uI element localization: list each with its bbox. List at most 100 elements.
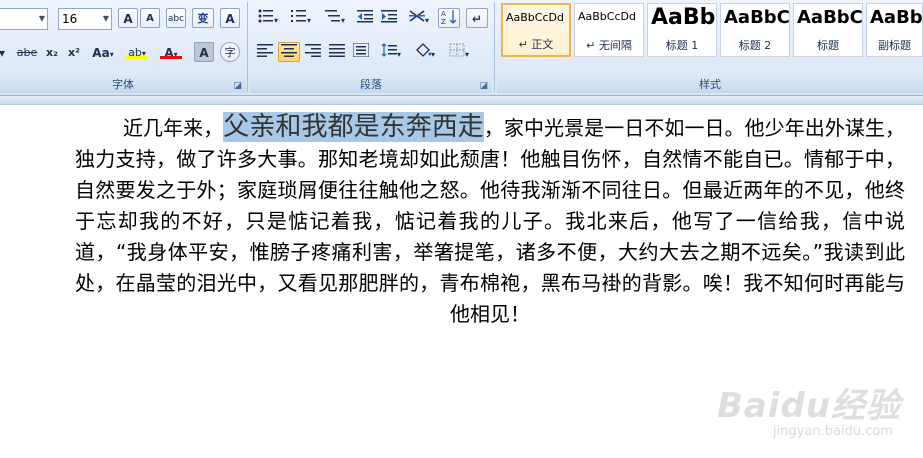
distributed-icon	[352, 42, 370, 58]
style-sample: AaBbC	[797, 7, 863, 28]
strikethrough-icon: abe	[16, 46, 38, 59]
align-center-icon	[281, 44, 297, 57]
style-heading-2[interactable]: AaBbC 标题 2	[720, 3, 790, 57]
borders-button[interactable]: ▾	[444, 42, 474, 62]
chinese-layout-button[interactable]: ▾	[404, 8, 434, 28]
paragraph-group-label: 段落	[250, 77, 492, 93]
character-border-button[interactable]: A	[220, 8, 240, 28]
subscript-button[interactable]: x₂	[42, 42, 62, 62]
chevron-down-icon: ▼	[38, 14, 45, 23]
font-name-combo[interactable]: ▼	[0, 8, 48, 30]
text-highlight-button[interactable]: ab▾	[122, 42, 152, 62]
paint-bucket-icon	[416, 43, 432, 57]
shading-button[interactable]: ▾	[410, 42, 440, 62]
distributed-button[interactable]	[350, 42, 372, 62]
align-center-button[interactable]	[278, 42, 300, 62]
decrease-indent-icon	[357, 10, 373, 23]
font-size-value: 16	[62, 12, 78, 26]
style-sample: AaBbC	[724, 7, 790, 28]
line-spacing-icon	[381, 43, 397, 57]
svg-text:A: A	[441, 10, 446, 18]
baidu-logo: Baidu经验	[716, 386, 901, 426]
borders-icon	[449, 43, 465, 57]
subscript-icon: x₂	[46, 46, 58, 59]
change-case-icon: 变	[197, 12, 209, 25]
style-name: ↵ 正文	[518, 38, 554, 51]
character-border-icon: A	[225, 12, 235, 26]
styles-group-label: 样式	[497, 77, 923, 93]
bullets-icon	[258, 9, 273, 23]
change-case-menu-icon: Aa	[92, 46, 110, 60]
selected-text[interactable]: 父亲和我都是东奔西走	[223, 112, 484, 142]
group-divider	[247, 2, 248, 92]
align-left-button[interactable]	[254, 42, 276, 62]
paragraph-dialog-launcher-icon[interactable]: ◪	[479, 81, 488, 91]
decrease-indent-button[interactable]	[354, 8, 376, 28]
align-right-button[interactable]	[302, 42, 324, 62]
style-heading-1[interactable]: AaBb 标题 1	[647, 3, 717, 57]
style-sample: AaBbC	[870, 7, 923, 28]
svg-text:Z: Z	[441, 18, 446, 25]
font-group: ▼ 16 ▼ A A abc 变 A ▾ abe x₂ x² Aa▾ ab▾ A▾…	[0, 0, 246, 95]
paragraph-group: ▾ ▾ ▾ ▾ AZ ↵ ▾ ▾ ▾ 段落 ◪	[250, 0, 492, 95]
style-no-spacing[interactable]: AaBbCcDd ↵ 无间隔	[574, 3, 644, 57]
style-normal[interactable]: AaBbCcDd ↵ 正文	[501, 3, 571, 57]
styles-group: AaBbCcDd ↵ 正文 AaBbCcDd ↵ 无间隔 AaBb 标题 1 A…	[497, 0, 923, 95]
increase-indent-button[interactable]	[378, 8, 400, 28]
justify-button[interactable]	[326, 42, 348, 62]
strikethrough-button[interactable]: abe	[14, 42, 40, 62]
character-shading-button[interactable]: A	[194, 42, 214, 62]
change-case-button[interactable]: 变	[192, 8, 214, 28]
shrink-font-button[interactable]: A	[140, 8, 160, 28]
watermark: Baidu经验 jingyan.baidu.com	[701, 378, 901, 448]
font-dialog-launcher-icon[interactable]: ◪	[233, 81, 242, 91]
style-name: 标题 2	[738, 39, 772, 52]
document-paragraph[interactable]: 近几年来，父亲和我都是东奔西走，家中光景是一日不如一日。他少年出外谋生，独力支持…	[75, 112, 905, 330]
group-divider	[494, 2, 495, 92]
dropdown-arrow-icon[interactable]: ▾	[0, 42, 8, 62]
chinese-layout-icon	[408, 10, 425, 22]
style-title[interactable]: AaBbC 标题	[793, 3, 863, 57]
grow-font-icon: A	[123, 12, 133, 26]
superscript-icon: x²	[68, 46, 80, 59]
numbering-button[interactable]: ▾	[286, 8, 316, 28]
sort-icon: AZ	[441, 10, 457, 26]
multilevel-list-icon	[324, 10, 340, 22]
text-lead: 近几年来，	[123, 116, 224, 140]
bullets-button[interactable]: ▾	[254, 8, 282, 28]
enclose-characters-button[interactable]: 字	[220, 42, 240, 62]
text-rest: ，家中光景是一日不如一日。他少年出外谋生，独力支持，做了许多大事。那知老境却如此…	[75, 116, 906, 326]
chevron-down-icon: ▼	[102, 14, 109, 23]
increase-indent-icon	[381, 10, 397, 23]
style-subtitle[interactable]: AaBbC 副标题	[866, 3, 923, 57]
style-sample: AaBbCcDd	[506, 11, 564, 24]
paragraph-mark-icon: ↵	[471, 12, 483, 26]
style-name: 副标题	[878, 39, 911, 52]
character-shading-icon: A	[199, 46, 209, 60]
sort-button[interactable]: AZ	[438, 8, 460, 28]
font-group-label: 字体	[0, 77, 246, 93]
superscript-button[interactable]: x²	[64, 42, 84, 62]
document-body[interactable]: 近几年来，父亲和我都是东奔西走，家中光景是一日不如一日。他少年出外谋生，独力支持…	[75, 112, 905, 330]
show-formatting-marks-button[interactable]: ↵	[466, 8, 488, 28]
align-left-icon	[257, 44, 273, 57]
font-color-bar	[160, 56, 182, 59]
horizontal-scrollbar[interactable]	[0, 96, 923, 105]
highlight-color-bar	[126, 56, 148, 59]
line-spacing-button[interactable]: ▾	[376, 42, 406, 62]
style-sample: AaBbCcDd	[578, 10, 636, 23]
change-case-menu-button[interactable]: Aa▾	[88, 42, 118, 62]
font-color-button[interactable]: A▾	[156, 42, 186, 62]
ribbon: ▼ 16 ▼ A A abc 变 A ▾ abe x₂ x² Aa▾ ab▾ A▾…	[0, 0, 923, 96]
style-name: 标题	[817, 39, 839, 52]
style-name: 标题 1	[665, 39, 699, 52]
multilevel-list-button[interactable]: ▾	[320, 8, 350, 28]
style-name: ↵ 无间隔	[586, 39, 632, 52]
grow-font-button[interactable]: A	[118, 8, 138, 28]
phonetic-guide-icon: abc	[167, 14, 185, 24]
font-size-combo[interactable]: 16 ▼	[58, 8, 112, 30]
align-right-icon	[305, 44, 321, 57]
watermark-url: jingyan.baidu.com	[773, 424, 893, 439]
phonetic-guide-button[interactable]: abc	[166, 8, 186, 28]
enclose-characters-icon: 字	[224, 46, 236, 59]
